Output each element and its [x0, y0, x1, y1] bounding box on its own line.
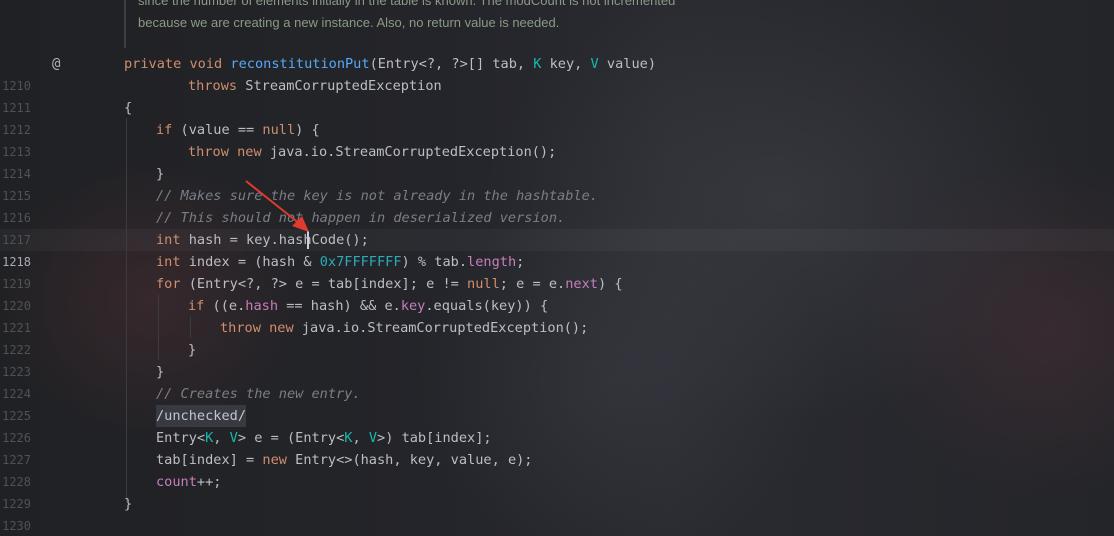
arrow-shaft — [245, 180, 301, 225]
code-editor[interactable]: since the number of elements initially i… — [0, 0, 1114, 536]
annotation-arrow-icon — [245, 180, 309, 232]
